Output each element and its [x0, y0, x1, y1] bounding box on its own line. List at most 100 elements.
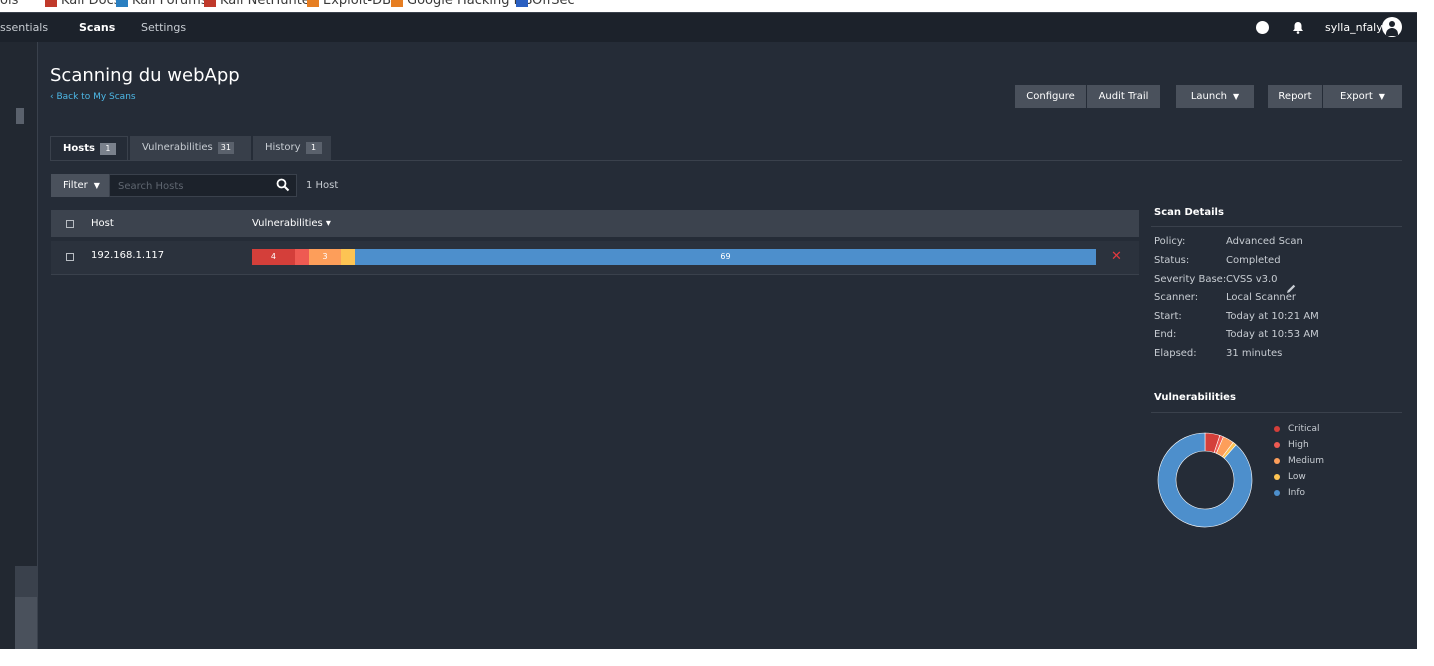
vulnerabilities-divider: [1151, 412, 1402, 413]
column-header-vulnerabilities[interactable]: Vulnerabilities ▾: [252, 218, 331, 229]
detail-key-severity-base: Severity Base:: [1154, 274, 1227, 285]
filter-button[interactable]: Filter ▼: [51, 174, 109, 197]
window-bottom-edge: [0, 649, 1434, 666]
row-checkbox[interactable]: [66, 253, 74, 261]
search-icon[interactable]: [276, 178, 290, 192]
vulnerabilities-donut-chart[interactable]: [1157, 432, 1253, 528]
offsec-icon: [516, 0, 528, 7]
legend-item-high[interactable]: High: [1274, 440, 1309, 450]
google-hacking-db-icon: [391, 0, 403, 7]
severity-segment-critical[interactable]: 4: [252, 249, 295, 265]
tab-history[interactable]: History 1: [253, 136, 331, 160]
severity-segment-medium[interactable]: 3: [308, 249, 342, 265]
nav-settings[interactable]: Settings: [141, 21, 186, 34]
bookmark-kali-nethunter[interactable]: Kali NetHunter: [204, 0, 315, 8]
bookmarks-bar: ols Kali Docs Kali Forums Kali NetHunter…: [0, 0, 1434, 12]
nav-scans[interactable]: Scans: [79, 21, 115, 34]
kali-docs-icon: [45, 0, 57, 7]
search-hosts-input[interactable]: [110, 175, 280, 198]
detail-value-elapsed: 31 minutes: [1226, 348, 1283, 359]
nav-essentials[interactable]: ssentials: [0, 21, 48, 34]
chevron-down-icon: ▼: [1233, 92, 1240, 101]
detail-key-policy: Policy:: [1154, 236, 1186, 247]
severity-segment-low[interactable]: [341, 249, 356, 265]
detail-value-end: Today at 10:53 AM: [1226, 329, 1319, 340]
tab-count-badge: 1: [305, 142, 322, 154]
bookmark-tools[interactable]: ols: [0, 0, 18, 8]
exploit-db-icon: [307, 0, 319, 7]
detail-key-elapsed: Elapsed:: [1154, 348, 1197, 359]
detail-key-status: Status:: [1154, 255, 1190, 266]
app-frame: ssentials Scans Settings ? sylla_nfaly S…: [0, 12, 1417, 649]
export-label: Export: [1340, 91, 1373, 102]
legend-item-low[interactable]: Low: [1274, 472, 1306, 482]
detail-value-severity-base: CVSS v3.0: [1226, 274, 1278, 285]
window-right-edge: [1417, 12, 1434, 666]
severity-segment-info[interactable]: 69: [355, 249, 1096, 265]
vulnerabilities-heading: Vulnerabilities: [1154, 392, 1236, 403]
remove-host-icon[interactable]: ✕: [1111, 249, 1122, 264]
back-to-scans-link[interactable]: ‹ Back to My Scans: [50, 92, 136, 102]
detail-value-start: Today at 10:21 AM: [1226, 311, 1319, 322]
hosts-table-header: Host Vulnerabilities ▾: [51, 210, 1139, 237]
column-header-host[interactable]: Host: [91, 218, 114, 229]
username-label[interactable]: sylla_nfaly: [1325, 21, 1383, 34]
host-ip[interactable]: 192.168.1.117: [91, 250, 164, 261]
report-button[interactable]: Report: [1268, 85, 1322, 108]
legend-dot: [1274, 457, 1280, 464]
kali-nethunter-icon: [204, 0, 216, 7]
tab-vulnerabilities[interactable]: Vulnerabilities 31: [130, 136, 251, 160]
tab-count-badge: 1: [99, 143, 116, 155]
vulnerability-severity-bar[interactable]: 4 3 69: [252, 249, 1096, 265]
legend-item-info[interactable]: Info: [1274, 488, 1305, 498]
sidebar-lower-panel-inner: [15, 597, 37, 649]
audit-trail-button[interactable]: Audit Trail: [1087, 85, 1160, 108]
donut-slice-info[interactable]: [1157, 432, 1253, 528]
legend-item-critical[interactable]: Critical: [1274, 424, 1319, 434]
detail-value-status: Completed: [1226, 255, 1281, 266]
tab-label: Hosts: [63, 143, 95, 154]
bookmark-offsec[interactable]: OffSec: [516, 0, 575, 8]
bookmark-exploit-db[interactable]: Exploit-DB: [307, 0, 391, 8]
bookmark-kali-docs[interactable]: Kali Docs: [45, 0, 121, 8]
left-sidebar: [0, 42, 38, 649]
top-nav: ssentials Scans Settings ? sylla_nfaly: [0, 12, 1417, 42]
legend-item-medium[interactable]: Medium: [1274, 456, 1324, 466]
scan-details-divider: [1151, 226, 1402, 227]
detail-value-policy: Advanced Scan: [1226, 236, 1303, 247]
host-count-label: 1 Host: [306, 180, 339, 191]
legend-dot: [1274, 473, 1280, 480]
chevron-down-icon: ▼: [1378, 92, 1385, 101]
configure-button[interactable]: Configure: [1015, 85, 1086, 108]
user-avatar-icon[interactable]: [1382, 17, 1402, 37]
kali-forums-icon: [116, 0, 128, 7]
severity-segment-high[interactable]: [294, 249, 309, 265]
launch-label: Launch: [1190, 91, 1228, 102]
tab-count-badge: 31: [217, 142, 234, 154]
tabs-divider: [50, 160, 1402, 161]
bookmark-google-hacking-db[interactable]: Google Hacking DB: [391, 0, 533, 8]
select-all-checkbox[interactable]: [66, 220, 74, 228]
legend-dot: [1274, 441, 1280, 448]
search-box: [109, 174, 297, 198]
tab-hosts[interactable]: Hosts 1: [50, 136, 128, 160]
table-row[interactable]: 192.168.1.117 4 3 69 ✕: [51, 241, 1139, 275]
legend-dot: [1274, 489, 1280, 496]
legend-dot: [1274, 425, 1280, 432]
bell-icon[interactable]: [1292, 21, 1304, 34]
edit-pencil-icon[interactable]: [1285, 283, 1297, 295]
export-button[interactable]: Export ▼: [1323, 85, 1402, 108]
detail-key-scanner: Scanner:: [1154, 292, 1199, 303]
help-icon[interactable]: ?: [1256, 21, 1269, 34]
page-title: Scanning du webApp: [50, 65, 240, 86]
detail-key-start: Start:: [1154, 311, 1182, 322]
tab-label: Vulnerabilities: [142, 142, 213, 153]
scan-details-heading: Scan Details: [1154, 207, 1224, 218]
chevron-down-icon: ▼: [93, 181, 100, 190]
launch-button[interactable]: Launch ▼: [1176, 85, 1254, 108]
sidebar-collapse-handle[interactable]: [16, 108, 24, 124]
filter-label: Filter: [63, 180, 88, 191]
bookmark-kali-forums[interactable]: Kali Forums: [116, 0, 208, 8]
tab-label: History: [265, 142, 301, 153]
detail-key-end: End:: [1154, 329, 1177, 340]
